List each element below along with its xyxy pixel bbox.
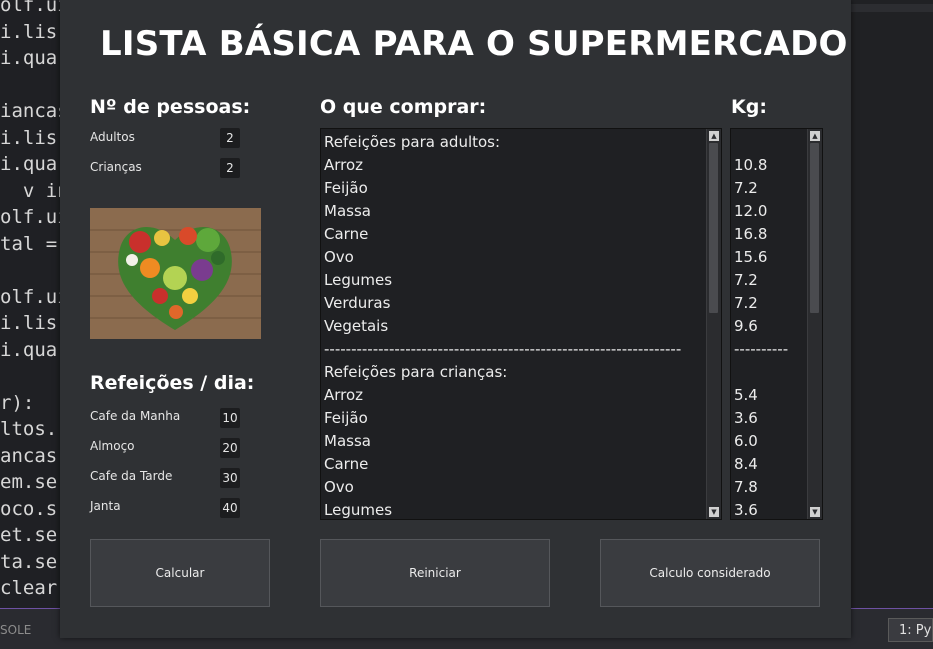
code-line: i.lis [0, 126, 58, 149]
code-line: i.lis [0, 20, 58, 43]
list-item[interactable]: Legumes [324, 269, 681, 292]
vegetable-heart-image [90, 208, 261, 339]
breakfast-label: Cafe da Manha [90, 409, 181, 423]
adults-input[interactable]: 2 [220, 128, 240, 148]
editor-right-panel [851, 0, 933, 608]
list-item[interactable]: Arroz [324, 154, 681, 177]
code-line: i.lis [0, 312, 58, 334]
kg-list-item[interactable]: 7.2 [734, 292, 788, 315]
dinner-label: Janta [90, 499, 121, 513]
code-line: r): [0, 391, 35, 414]
code-line: v in [0, 179, 69, 202]
kg-list-item[interactable]: 15.6 [734, 246, 788, 269]
list-item[interactable]: Feijão [324, 177, 681, 200]
list-item[interactable]: Carne [324, 223, 681, 246]
kg-list-item[interactable]: 9.6 [734, 315, 788, 338]
list-item[interactable]: Verduras [324, 292, 681, 315]
list-item[interactable]: Refeições para adultos: [324, 131, 681, 154]
code-line: i.qua [0, 153, 58, 175]
kg-list-item[interactable]: 7.2 [734, 269, 788, 292]
list-item[interactable]: Arroz [324, 384, 681, 407]
scroll-thumb[interactable] [709, 143, 718, 313]
scroll-thumb[interactable] [810, 143, 819, 313]
kg-heading: Kg: [731, 96, 767, 118]
list-item[interactable]: Feijão [324, 407, 681, 430]
list-item[interactable]: Massa [324, 430, 681, 453]
code-line: tal = [0, 232, 58, 255]
code-line: ta.se [0, 550, 58, 573]
list-item[interactable]: Refeições para crianças: [324, 361, 681, 384]
code-line: clear [0, 577, 58, 599]
lunch-input[interactable]: 20 [220, 438, 240, 458]
code-line: i.qua [0, 47, 58, 69]
list-item[interactable]: Vegetais [324, 315, 681, 338]
dinner-input[interactable]: 40 [220, 498, 240, 518]
code-line: ltos. [0, 418, 58, 440]
list-item[interactable]: Ovo [324, 476, 681, 499]
kg-list-item[interactable] [734, 361, 788, 384]
kg-list-item[interactable] [734, 131, 788, 154]
kg-list-item[interactable]: 5.4 [734, 384, 788, 407]
kg-list-item[interactable]: 10.8 [734, 154, 788, 177]
meals-heading: Refeições / dia: [90, 372, 255, 394]
code-line: oco.s [0, 497, 58, 520]
kg-list-item[interactable]: 6.0 [734, 430, 788, 453]
code-line: et.se [0, 524, 58, 546]
shopping-list-scrollbar[interactable]: ▲ ▼ [706, 129, 721, 519]
page-title: LISTA BÁSICA PARA O SUPERMERCADO [100, 24, 848, 64]
shopping-list[interactable]: Refeições para adultos: Arroz Feijão Massa C… [320, 128, 722, 520]
status-left-text: SOLE [0, 623, 32, 637]
code-line: ancas [0, 444, 58, 467]
app-window: LISTA BÁSICA PARA O SUPERMERCADO Nº de p… [60, 0, 851, 638]
list-item[interactable]: Ovo [324, 246, 681, 269]
code-line: iancas [0, 100, 69, 122]
scroll-up-icon[interactable]: ▲ [709, 131, 719, 141]
adults-label: Adultos [90, 130, 135, 144]
kg-list-item[interactable]: 3.6 [734, 407, 788, 430]
shopping-heading: O que comprar: [320, 96, 487, 118]
scroll-up-icon[interactable]: ▲ [810, 131, 820, 141]
children-input[interactable]: 2 [220, 158, 240, 178]
afternoon-snack-label: Cafe da Tarde [90, 469, 173, 483]
lunch-label: Almoço [90, 439, 135, 453]
terminal-selector[interactable]: 1: Py [888, 618, 933, 642]
scroll-down-icon[interactable]: ▼ [709, 507, 719, 517]
kg-list-item[interactable]: 3.6 [734, 499, 788, 519]
kg-list-item[interactable]: 7.8 [734, 476, 788, 499]
list-item[interactable]: Carne [324, 453, 681, 476]
list-item[interactable]: Legumes [324, 499, 681, 519]
code-line: em.se [0, 471, 58, 493]
kg-list-item[interactable]: 12.0 [734, 200, 788, 223]
kg-list-item[interactable]: 16.8 [734, 223, 788, 246]
kg-list-scrollbar[interactable]: ▲ ▼ [807, 129, 822, 519]
kg-list-item[interactable]: 7.2 [734, 177, 788, 200]
considered-calculation-button[interactable]: Calculo considerado [600, 539, 820, 607]
people-heading: Nº de pessoas: [90, 96, 251, 118]
code-line: i.qua [0, 338, 58, 361]
code-line: olf.ui [0, 0, 69, 16]
calculate-button[interactable]: Calcular [90, 539, 270, 607]
afternoon-snack-input[interactable]: 30 [220, 468, 240, 488]
kg-list-item[interactable]: ---------- [734, 338, 788, 361]
list-item[interactable]: Massa [324, 200, 681, 223]
reset-button[interactable]: Reiniciar [320, 539, 550, 607]
list-item[interactable]: ----------------------------------------… [324, 338, 681, 361]
kg-list[interactable]: 10.8 7.2 12.0 16.8 15.6 7.2 7.2 9.6 ---------- 5… [730, 128, 823, 520]
breakfast-input[interactable]: 10 [220, 408, 240, 428]
children-label: Crianças [90, 160, 142, 174]
kg-list-item[interactable]: 8.4 [734, 453, 788, 476]
scroll-down-icon[interactable]: ▼ [810, 507, 820, 517]
code-line: olf.ui [0, 285, 69, 308]
code-line: olf.ui [0, 206, 69, 228]
